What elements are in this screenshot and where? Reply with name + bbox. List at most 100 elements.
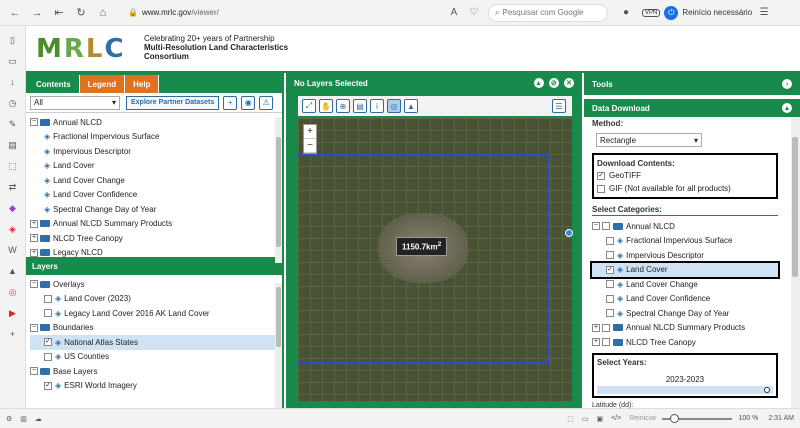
zoom-box-icon[interactable]: ⊕ [336, 99, 350, 113]
tree-folder[interactable]: − Annual NLCD [592, 219, 778, 234]
mastodon-icon[interactable]: ◆ [5, 200, 21, 216]
layers-scrollbar[interactable] [275, 283, 282, 408]
tab-legend[interactable]: Legend [79, 75, 126, 93]
tree-folder[interactable]: + Annual NLCD Summary Products [592, 321, 778, 336]
map-canvas[interactable]: 1150.7km2 + − [298, 118, 572, 401]
bookmark-icon[interactable]: ♡ [466, 5, 482, 21]
download-icon[interactable]: ↓ [5, 74, 21, 90]
tree-layer[interactable]: ◈ Spectral Change Day of Year [592, 306, 778, 321]
data-download-header[interactable]: Data Download ▴ [584, 99, 800, 117]
wikipedia-icon[interactable]: W [5, 242, 21, 258]
checkbox[interactable]: ✓ [44, 338, 52, 347]
bookmarks-icon[interactable]: ▯ [5, 32, 21, 48]
full-extent-icon[interactable]: ⤢ [302, 99, 316, 113]
collapse-icon[interactable]: − [30, 323, 38, 332]
tree-layer[interactable]: ◈ Impervious Descriptor [30, 144, 282, 159]
instagram-icon[interactable]: ◎ [5, 284, 21, 300]
tree-folder[interactable]: + Legacy NLCD [30, 246, 282, 261]
tree-layer[interactable]: ✓ ◈ Land Cover [590, 260, 780, 279]
home-icon[interactable]: ⌂ [94, 4, 112, 22]
warning-icon[interactable]: ⚠ [259, 95, 274, 110]
contents-scrollbar[interactable] [275, 117, 282, 263]
add-icon[interactable]: + [223, 95, 238, 110]
close-icon[interactable]: ✕ [564, 78, 574, 88]
bird-icon[interactable]: ▲ [5, 263, 21, 279]
checkbox[interactable] [606, 280, 614, 289]
explore-partner-datasets-button[interactable]: Explore Partner Datasets [126, 95, 220, 110]
tree-folder[interactable]: − Boundaries [30, 321, 282, 336]
tree-folder[interactable]: − Annual NLCD [30, 115, 282, 130]
download-format-option[interactable]: ✓ GeoTIFF [597, 169, 773, 182]
tree-layer[interactable]: ◈ Land Cover Change [592, 277, 778, 292]
checkbox[interactable] [602, 338, 610, 347]
tree-folder[interactable]: + NLCD Tree Canopy [30, 231, 282, 246]
reset-zoom-button[interactable]: Reiniciar [629, 415, 656, 422]
history-icon[interactable]: ◷ [5, 95, 21, 111]
tree-layer[interactable]: ◈ Land Cover Change [30, 173, 282, 188]
profile-icon[interactable]: ● [618, 5, 634, 21]
expand-icon[interactable]: + [592, 338, 600, 347]
filter-select[interactable]: All ▾ [30, 95, 120, 110]
checkbox[interactable] [606, 251, 614, 260]
forward-icon[interactable]: → [28, 4, 46, 22]
chevron-right-icon[interactable]: › [782, 79, 792, 89]
tab-contents[interactable]: Contents [28, 75, 80, 93]
collapse-icon[interactable]: ▴ [533, 78, 544, 88]
first-page-icon[interactable]: ⇤ [50, 4, 68, 22]
zoom-in-button[interactable]: + [304, 125, 316, 139]
selection-rectangle[interactable] [298, 154, 550, 364]
notes-icon[interactable]: ✎ [5, 116, 21, 132]
screenshot-icon[interactable]: ⬚ [5, 158, 21, 174]
tree-layer[interactable]: ◈ Land Cover [30, 159, 282, 174]
tree-layer[interactable]: ◈ Land Cover Confidence [592, 292, 778, 307]
panel-toggle-icon[interactable]: ▥ [20, 415, 27, 423]
tab-help[interactable]: Help [125, 75, 160, 93]
reload-icon[interactable]: ↻ [72, 4, 90, 22]
chevron-up-icon[interactable]: ▴ [782, 103, 792, 113]
tree-layer[interactable]: ✓ ◈ ESRI World Imagery [30, 379, 282, 394]
image-icon[interactable]: ▣ [596, 415, 603, 423]
tree-layer[interactable]: ◈ US Counties [30, 350, 282, 365]
list-icon[interactable]: ☰ [552, 99, 566, 113]
checkbox[interactable] [597, 184, 605, 193]
tools-scrollbar[interactable] [791, 117, 800, 408]
checkbox[interactable] [44, 352, 52, 361]
tree-layer[interactable]: ◈ Impervious Descriptor [592, 248, 778, 263]
tile-icon[interactable]: ▭ [582, 415, 589, 423]
tree-layer[interactable]: ◈ Land Cover (2023) [30, 292, 282, 307]
years-select[interactable] [597, 385, 773, 394]
checkbox[interactable]: ✓ [597, 171, 605, 180]
tree-folder[interactable]: − Base Layers [30, 364, 282, 379]
collapse-icon[interactable]: − [30, 280, 38, 289]
address-bar[interactable]: 🔒 www.mrlc.gov/viewer/ [122, 4, 442, 22]
clear-icon[interactable]: ⊘ [548, 78, 559, 88]
expand-icon[interactable]: + [30, 248, 38, 257]
pan-icon[interactable]: ✋ [319, 99, 333, 113]
checkbox[interactable]: ✓ [44, 381, 52, 390]
search-input[interactable]: ⌕ Pesquisar com Google [488, 3, 608, 22]
expand-icon[interactable]: + [30, 234, 38, 243]
tools-header[interactable]: Tools › [584, 73, 800, 95]
layers-icon[interactable]: ▤ [353, 99, 367, 113]
checkbox[interactable]: ✓ [606, 265, 614, 274]
sync-icon[interactable]: ⇄ [5, 179, 21, 195]
method-select[interactable]: Rectangle ▾ [596, 133, 702, 147]
tree-layer[interactable]: ◈ Land Cover Confidence [30, 188, 282, 203]
tree-layer[interactable]: ✓ ◈ National Atlas States [30, 335, 282, 350]
expand-icon[interactable]: + [30, 219, 38, 228]
collapse-icon[interactable]: − [30, 367, 38, 376]
menu-icon[interactable]: ☰ [756, 5, 772, 21]
tree-layer[interactable]: ◈ Spectral Change Day of Year [30, 202, 282, 217]
identify-icon[interactable]: ◎ [387, 99, 401, 113]
code-icon[interactable]: </> [611, 415, 621, 422]
tree-folder[interactable]: + NLCD Tree Canopy [592, 335, 778, 350]
youtube-icon[interactable]: ▶ [5, 305, 21, 321]
tree-layer[interactable]: ◈ Fractional Impervious Surface [30, 130, 282, 145]
expand-icon[interactable]: + [592, 323, 600, 332]
zoom-out-button[interactable]: − [304, 139, 316, 153]
settings-icon[interactable]: ⚙ [6, 415, 12, 423]
collapse-icon[interactable]: − [592, 222, 600, 231]
translate-icon[interactable]: A [446, 5, 462, 21]
tree-folder[interactable]: + Annual NLCD Summary Products [30, 217, 282, 232]
mrlc-logo[interactable]: MRLC [36, 34, 126, 64]
